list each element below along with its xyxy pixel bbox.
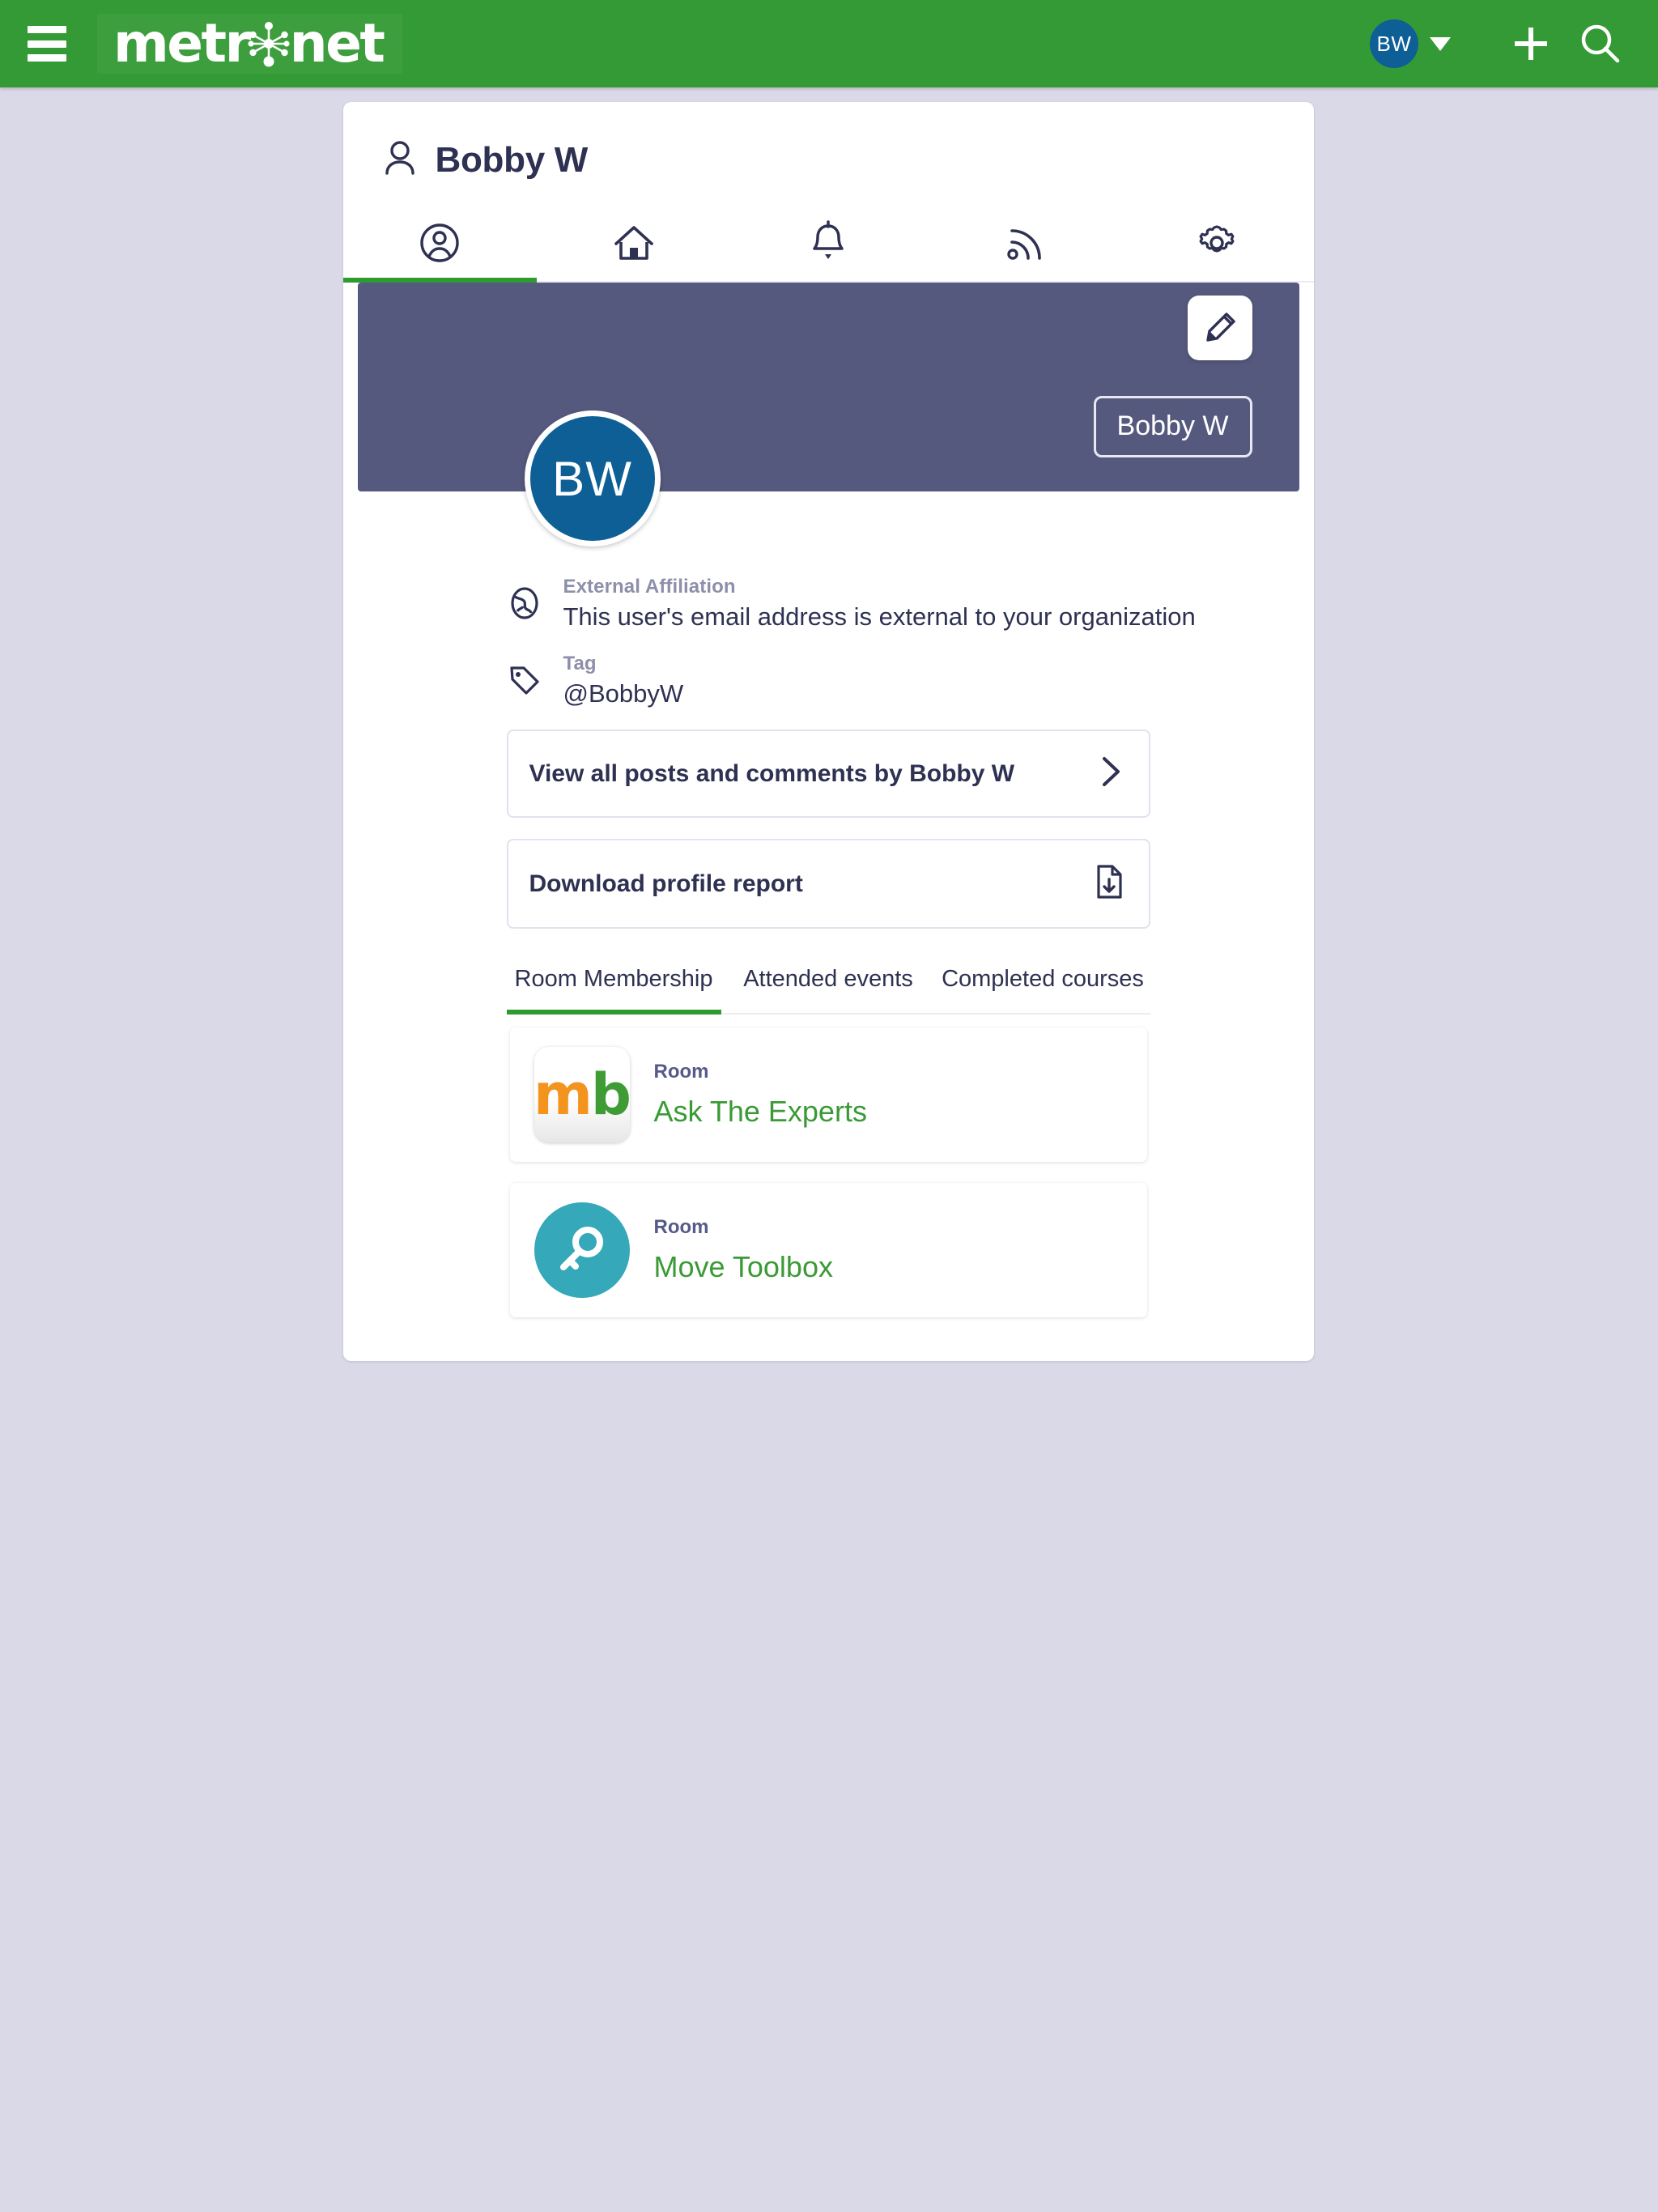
user-menu-button[interactable]: BW	[1370, 19, 1451, 68]
hamburger-menu-icon[interactable]	[28, 26, 66, 62]
mb-logo-b: b	[590, 1061, 631, 1129]
add-button[interactable]	[1496, 9, 1566, 79]
room-name: Move Toolbox	[653, 1250, 833, 1284]
key-icon	[534, 1202, 630, 1299]
profile-name-badge[interactable]: Bobby W	[1093, 396, 1252, 457]
tab-attended-events[interactable]: Attended events	[721, 950, 936, 1015]
profile-banner: Bobby W BW	[357, 283, 1299, 547]
detail-value: @BobbyW	[563, 679, 684, 708]
mb-logo-icon: mb	[533, 1047, 631, 1143]
brand-text-net: net	[289, 12, 385, 74]
rss-feed-icon	[1007, 229, 1041, 260]
action-label: Download profile report	[529, 870, 803, 897]
room-name: Ask The Experts	[653, 1095, 867, 1129]
detail-tag: Tag @BobbyW	[507, 653, 1282, 708]
room-thumbnail: mb	[533, 1047, 631, 1143]
room-kicker: Room	[653, 1216, 709, 1239]
header-actions: BW	[1370, 9, 1635, 79]
plus-icon	[1515, 28, 1547, 60]
globe-icon	[507, 576, 542, 625]
detail-external-affiliation: External Affiliation This user's email a…	[507, 576, 1282, 632]
bell-icon	[813, 220, 844, 259]
tab-room-membership[interactable]: Room Membership	[506, 950, 721, 1015]
profile-circle-icon	[420, 223, 460, 262]
person-icon	[382, 139, 418, 181]
profile-card: Bobby W Bobby W BW External Affiliation …	[342, 102, 1314, 1362]
tab-settings[interactable]	[1120, 208, 1314, 283]
detail-value: This user's email address is external to…	[563, 602, 1196, 631]
chevron-down-icon	[1430, 36, 1451, 51]
page-body: Bobby W Bobby W BW External Affiliation …	[0, 87, 1658, 1362]
room-list: mb Room Ask The Experts Room Move Toolbo…	[509, 1027, 1147, 1318]
detail-label: Tag	[563, 653, 597, 674]
tab-feed[interactable]	[925, 208, 1120, 283]
tab-profile[interactable]	[342, 208, 538, 283]
file-download-icon	[1094, 863, 1124, 904]
list-item[interactable]: mb Room Ask The Experts	[509, 1027, 1147, 1163]
edit-profile-button[interactable]	[1187, 296, 1252, 360]
chevron-right-icon	[1097, 754, 1124, 793]
mb-logo-m: m	[533, 1061, 593, 1129]
profile-actions: View all posts and comments by Bobby W D…	[506, 730, 1150, 929]
profile-avatar[interactable]: BW	[524, 410, 661, 547]
home-icon	[614, 226, 653, 260]
list-item[interactable]: Room Move Toolbox	[509, 1183, 1147, 1318]
hamburger-bar	[28, 54, 66, 62]
detail-label: External Affiliation	[563, 576, 736, 598]
brand-text-metro: metr	[113, 12, 251, 74]
action-label: View all posts and comments by Bobby W	[529, 759, 1015, 787]
room-thumbnail	[534, 1202, 630, 1299]
profile-header: Bobby W	[343, 102, 1314, 181]
view-all-posts-button[interactable]: View all posts and comments by Bobby W	[506, 730, 1150, 818]
content-tab-strip: Room Membership Attended events Complete…	[506, 950, 1150, 1015]
tab-completed-courses[interactable]: Completed courses	[936, 950, 1150, 1015]
room-kicker: Room	[653, 1061, 709, 1083]
search-button[interactable]	[1566, 9, 1635, 79]
search-icon	[1581, 24, 1620, 63]
gear-icon	[1199, 225, 1235, 253]
tag-icon	[507, 653, 542, 702]
brand-node-icon	[244, 19, 293, 68]
page-title: Bobby W	[435, 139, 589, 180]
hamburger-bar	[28, 40, 66, 48]
icon-tab-strip	[342, 208, 1314, 283]
tab-home[interactable]	[537, 208, 731, 283]
brand-logo[interactable]: metr net	[97, 12, 403, 74]
pencil-icon	[1205, 313, 1235, 342]
tab-notifications[interactable]	[731, 208, 925, 283]
profile-details: External Affiliation This user's email a…	[343, 491, 1314, 708]
banner-section: Bobby W BW	[343, 283, 1314, 547]
avatar: BW	[1370, 19, 1418, 68]
download-profile-report-button[interactable]: Download profile report	[506, 839, 1150, 929]
hamburger-bar	[28, 26, 66, 33]
app-header: metr net BW	[0, 0, 1658, 87]
